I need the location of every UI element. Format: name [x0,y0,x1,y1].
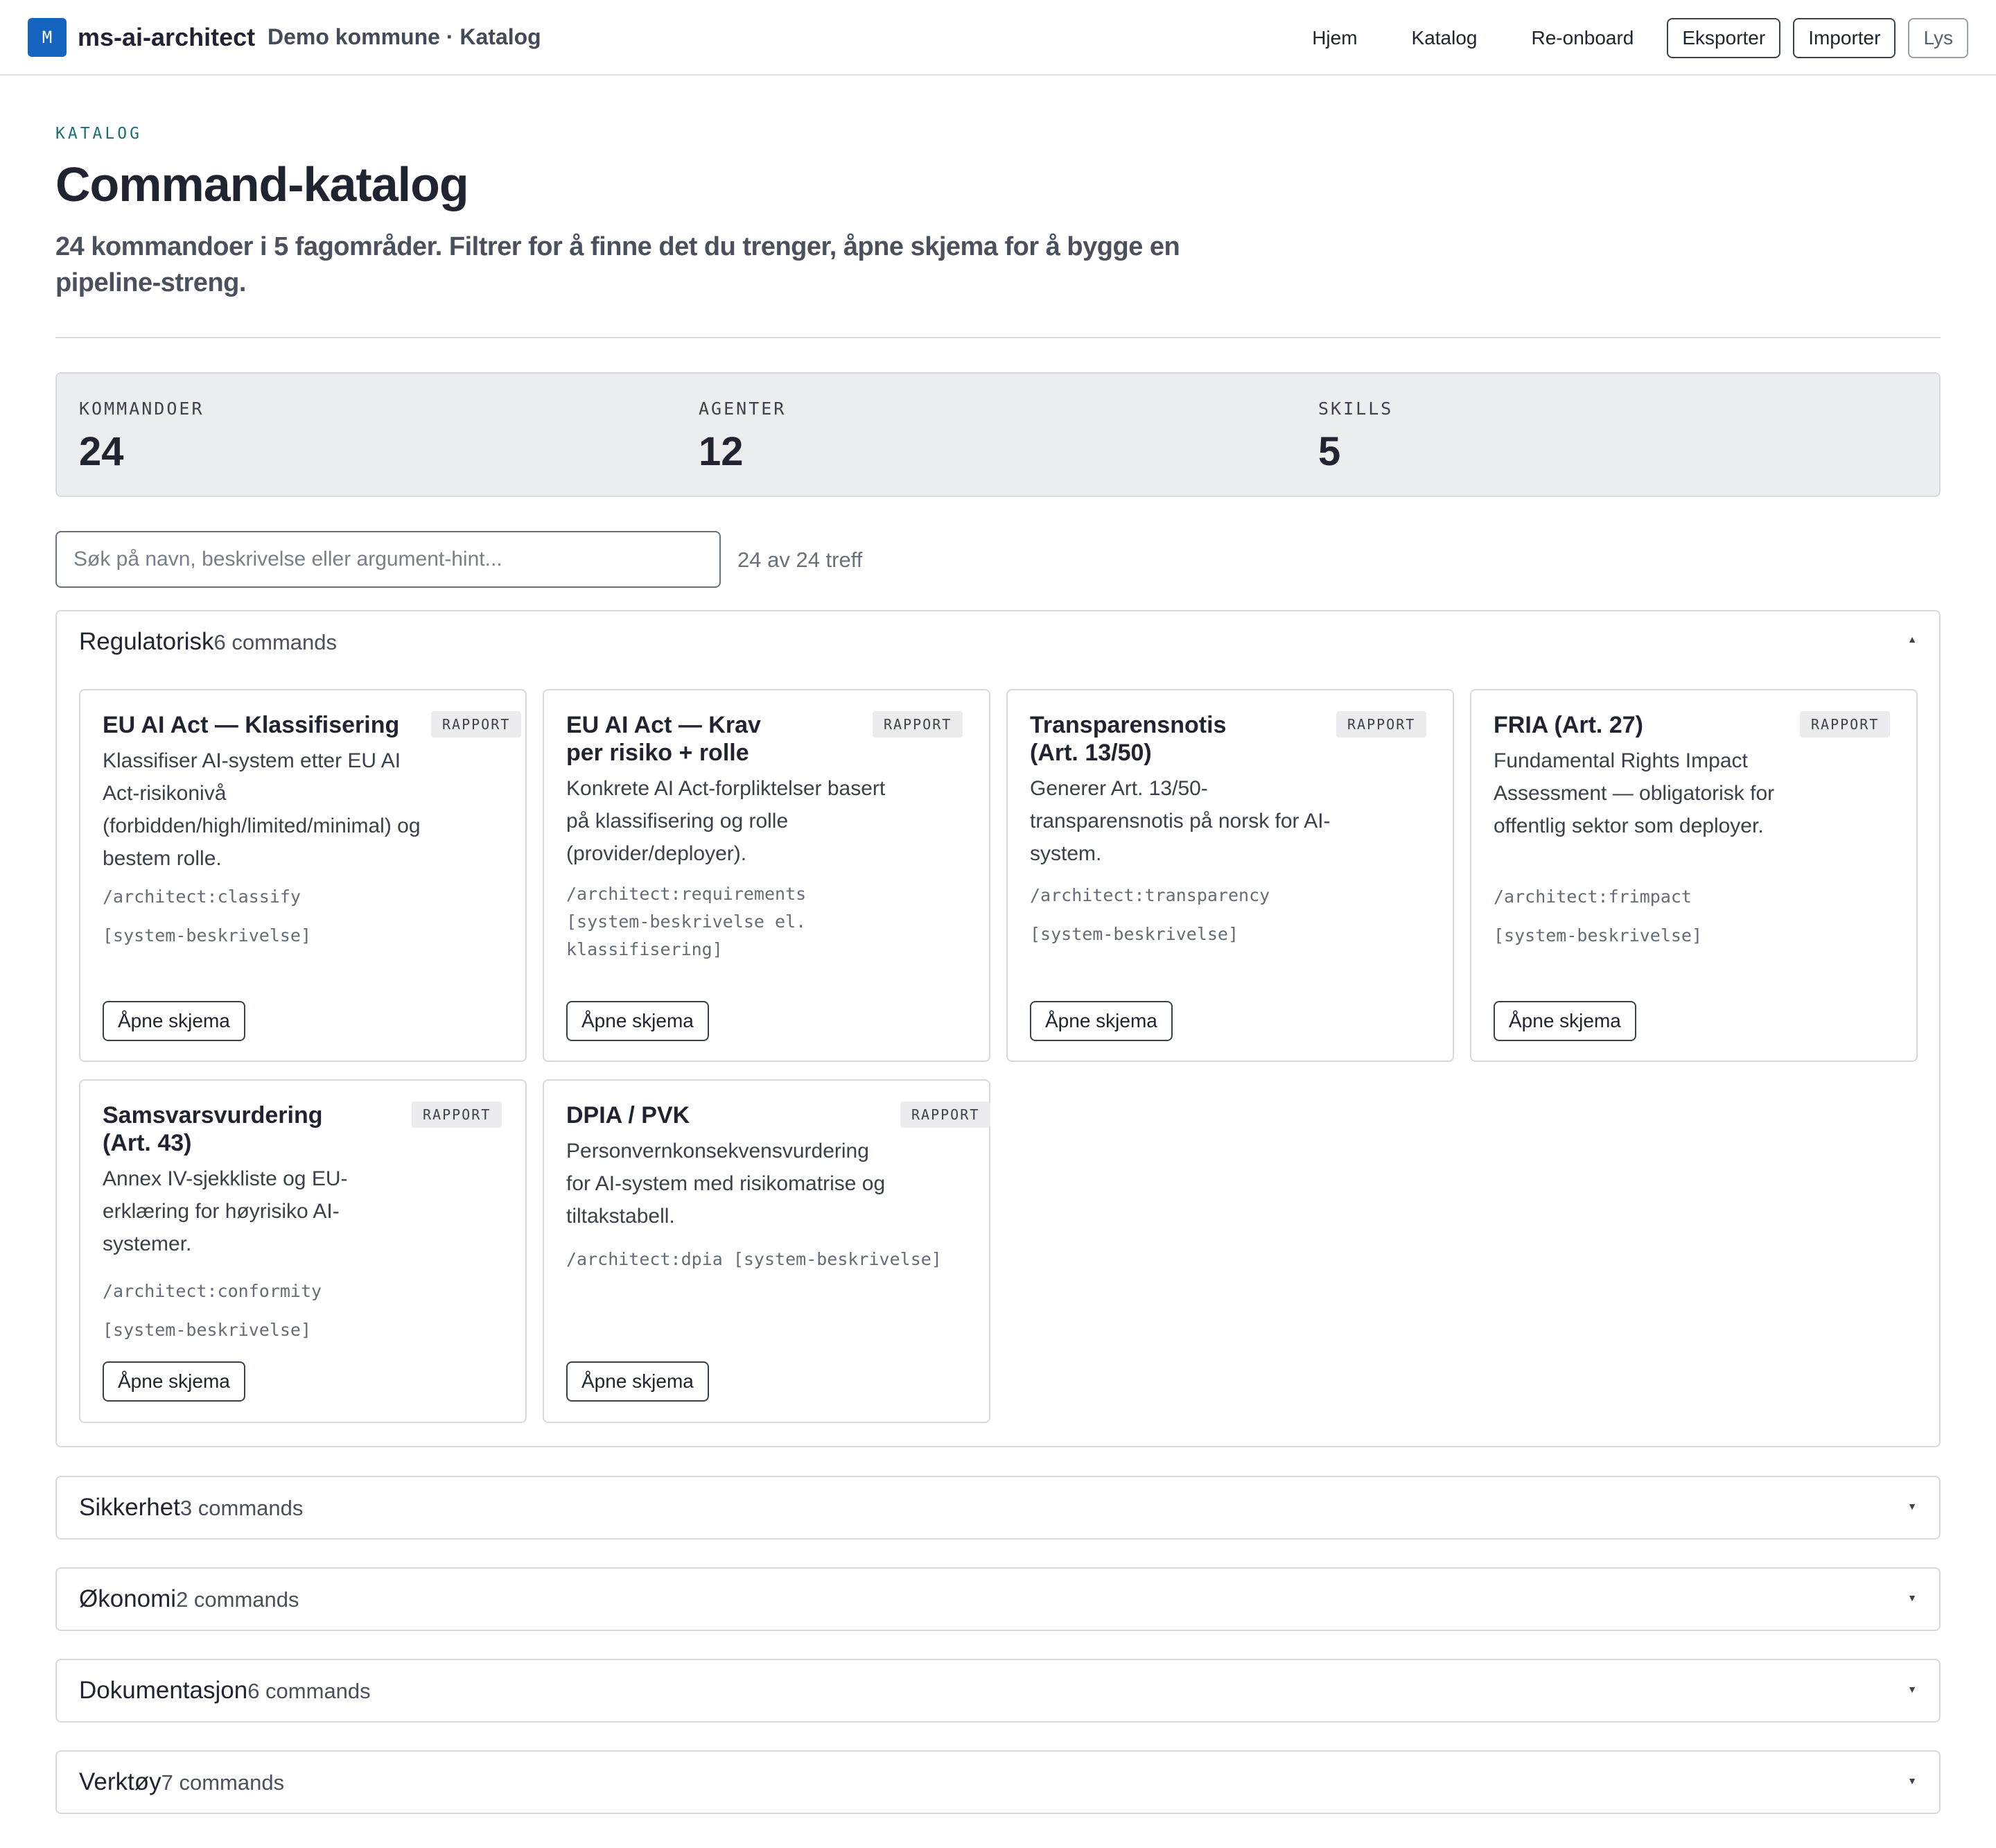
nav-link-katalog[interactable]: Katalog [1391,18,1498,58]
card-description: Annex IV-sjekkliste og EU-erklæring for … [103,1167,348,1255]
chevron-down-icon[interactable]: ▼ [1907,1501,1917,1512]
stat-label: KOMMANDOER [79,399,204,419]
card-description: Konkrete AI Act-forpliktelser basert på … [566,777,886,865]
category-name: Sikkerhet [79,1494,180,1521]
card-title: EU AI Act — Krav per risiko + rolle [566,712,761,766]
card-badge: RAPPORT [431,711,522,738]
command-card: Transparensnotis (Art. 13/50) RAPPORT Ge… [1006,689,1454,1062]
category-header[interactable]: Økonomi2 commands [79,1585,299,1613]
card-badge: RAPPORT [1800,711,1891,738]
stat-agents: AGENTER 12 [699,399,786,475]
stat-label: AGENTER [699,399,787,419]
hit-count: 24 av 24 treff [737,548,863,572]
card-command: /architect:classify [system-beskrivelse] [103,887,312,945]
card-description: Generer Art. 13/50-transparensnotis på n… [1030,777,1331,865]
command-card: Samsvarsvurdering (Art. 43) RAPPORT Anne… [79,1079,527,1423]
card-description: Klassifiser AI-system etter EU AI Act-ri… [103,749,421,870]
card-command: /architect:requirements [system-beskrive… [566,884,807,959]
chevron-up-icon[interactable]: ▲ [1907,634,1917,645]
card-badge: RAPPORT [900,1101,991,1128]
category-count: 6 commands [247,1679,371,1703]
category-header[interactable]: Verktøy7 commands [79,1768,284,1796]
stat-label: SKILLS [1318,399,1394,419]
open-form-button[interactable]: Åpne skjema [1030,1001,1173,1041]
stat-skills: SKILLS 5 [1318,399,1393,475]
open-form-button[interactable]: Åpne skjema [1494,1001,1636,1041]
category-name: Regulatorisk [79,628,214,655]
card-badge: RAPPORT [873,711,963,738]
category-header[interactable]: Sikkerhet3 commands [79,1494,303,1522]
main-nav: Hjem Katalog Re-onboard Eksporter Import… [1291,18,1968,58]
card-badge: RAPPORT [412,1101,502,1128]
category-count: 7 commands [161,1770,285,1795]
app-logo-icon[interactable]: M [28,18,67,57]
card-title: Transparensnotis (Art. 13/50) [1030,712,1227,766]
app-name[interactable]: ms-ai-architect [78,23,255,52]
stats-panel: KOMMANDOER 24 AGENTER 12 SKILLS 5 [55,372,1941,497]
chevron-down-icon[interactable]: ▼ [1907,1684,1917,1695]
open-form-button[interactable]: Åpne skjema [566,1361,709,1402]
card-description: Fundamental Rights Impact Assessment — o… [1494,749,1775,837]
nav-link-re-onboard[interactable]: Re-onboard [1511,18,1655,58]
command-card: EU AI Act — Klassifisering RAPPORT Klass… [79,689,527,1062]
search-input[interactable] [55,531,721,588]
card-command: /architect:frimpact [system-beskrivelse] [1494,887,1703,945]
command-card: DPIA / PVK RAPPORT Personvernkonsekvensv… [543,1079,991,1423]
command-card: EU AI Act — Krav per risiko + rolle RAPP… [543,689,990,1062]
category-header[interactable]: Regulatorisk6 commands [79,628,337,656]
stat-value: 12 [699,429,744,474]
stat-value: 5 [1318,429,1341,474]
nav-link-hjem[interactable]: Hjem [1291,18,1378,58]
category-count: 2 commands [176,1587,299,1612]
open-form-button[interactable]: Åpne skjema [103,1001,245,1041]
stat-commands: KOMMANDOER 24 [79,399,204,475]
category-name: Verktøy [79,1768,161,1795]
card-title: FRIA (Art. 27) [1494,712,1643,738]
category-name: Økonomi [79,1585,177,1612]
category-name: Dokumentasjon [79,1677,248,1704]
open-form-button[interactable]: Åpne skjema [103,1361,245,1402]
chevron-down-icon[interactable]: ▼ [1907,1592,1917,1603]
category-section-sikkerhet[interactable]: Sikkerhet3 commands ▼ [55,1476,1941,1540]
chevron-down-icon[interactable]: ▼ [1907,1775,1917,1786]
page-title: Command-katalog [55,157,469,211]
command-card: FRIA (Art. 27) RAPPORT Fundamental Right… [1470,689,1918,1062]
open-form-button[interactable]: Åpne skjema [566,1001,709,1041]
category-section-okonomi[interactable]: Økonomi2 commands ▼ [55,1567,1941,1631]
header-divider [55,337,1941,338]
export-button[interactable]: Eksporter [1667,18,1781,58]
card-badge: RAPPORT [1336,711,1427,738]
card-command: /architect:conformity [system-beskrivels… [103,1281,322,1340]
card-description: Personvernkonsekvensvurdering for AI-sys… [566,1140,886,1228]
category-section-dokumentasjon[interactable]: Dokumentasjon6 commands ▼ [55,1659,1941,1723]
breadcrumb: Demo kommune · Katalog [268,24,541,49]
card-command: /architect:transparency [system-beskrive… [1030,885,1270,944]
card-title: DPIA / PVK [566,1102,690,1128]
category-count: 6 commands [213,630,338,654]
card-title: Samsvarsvurdering (Art. 43) [103,1102,323,1156]
category-header[interactable]: Dokumentasjon6 commands [79,1677,371,1705]
card-command: /architect:dpia [system-beskrivelse] [566,1249,942,1269]
page-subtitle: 24 kommandoer i 5 fagområder. Filtrer fo… [55,232,1180,297]
theme-toggle-button[interactable]: Lys [1908,18,1968,58]
import-button[interactable]: Importer [1793,18,1896,58]
card-title: EU AI Act — Klassifisering [103,712,400,738]
category-count: 3 commands [180,1496,304,1520]
category-section-regulatorisk: Regulatorisk6 commands ▲ EU AI Act — Kla… [55,610,1941,1447]
page-eyebrow: KATALOG [55,125,142,143]
stat-value: 24 [79,429,124,474]
top-bar: M ms-ai-architect Demo kommune · Katalog… [0,0,1996,76]
category-section-verktoy[interactable]: Verktøy7 commands ▼ [55,1750,1941,1814]
